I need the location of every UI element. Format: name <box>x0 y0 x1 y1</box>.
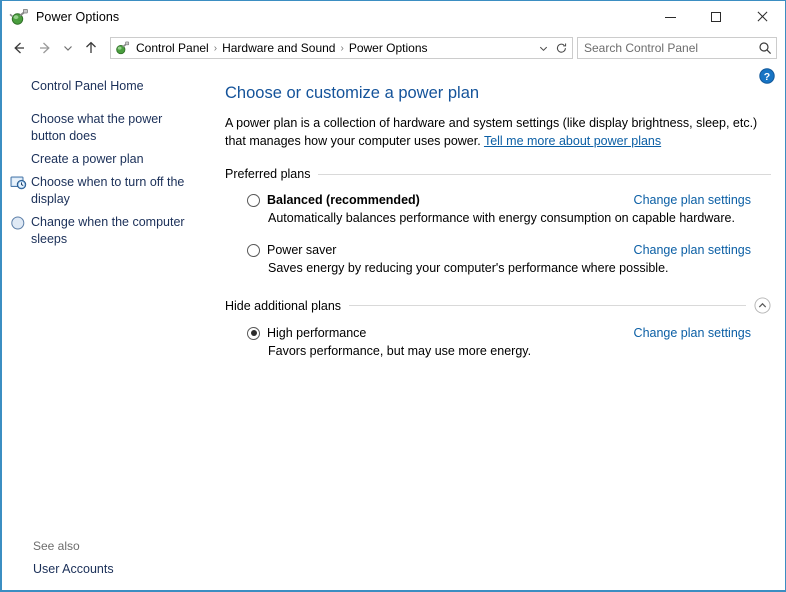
page-title: Choose or customize a power plan <box>225 84 480 102</box>
arrow-up-icon <box>86 41 96 53</box>
change-plan-settings-link-power-saver[interactable]: Change plan settings <box>634 243 751 257</box>
change-plan-settings-link-high-performance[interactable]: Change plan settings <box>634 326 751 340</box>
page-description: A power plan is a collection of hardware… <box>225 114 765 150</box>
plan-row-power-saver: Power saver Saves energy by reducing you… <box>225 243 771 276</box>
display-clock-icon <box>10 175 28 191</box>
back-button[interactable] <box>6 35 32 61</box>
main-content: ? Choose or customize a power plan A pow… <box>217 63 785 590</box>
chevron-down-icon <box>539 46 547 51</box>
address-dropdown-button[interactable] <box>534 38 552 58</box>
sidebar-item-spacer <box>10 112 28 128</box>
svg-text:?: ? <box>764 71 770 83</box>
section-header: Hide additional plans <box>225 297 771 314</box>
minimize-button[interactable] <box>647 1 693 33</box>
power-plug-battery-icon <box>9 7 29 27</box>
radio-high-performance[interactable] <box>247 326 260 340</box>
refresh-button[interactable] <box>552 38 570 58</box>
collapse-additional-plans-button[interactable] <box>754 297 771 314</box>
close-button[interactable] <box>739 1 785 33</box>
navigation-bar: Control Panel › Hardware and Sound › Pow… <box>2 33 785 63</box>
search-button[interactable] <box>754 41 776 55</box>
additional-plans-section: Hide additional plans High performance F… <box>225 297 771 359</box>
section-header-label: Preferred plans <box>225 167 311 181</box>
section-header: Preferred plans <box>225 167 771 181</box>
window-body: Control Panel Home Choose what the power… <box>2 63 785 590</box>
plan-row-balanced: Balanced (recommended) Automatically bal… <box>225 193 771 226</box>
sidebar-item-spacer <box>10 79 28 95</box>
help-button[interactable]: ? <box>759 68 775 84</box>
search-box[interactable] <box>577 37 777 59</box>
maximize-icon <box>711 12 721 22</box>
title-bar: Power Options <box>2 1 785 33</box>
sidebar-item-control-panel-home[interactable]: Control Panel Home <box>2 75 217 98</box>
plan-name[interactable]: High performance <box>267 326 366 340</box>
sidebar-item-create-power-plan[interactable]: Create a power plan <box>2 148 217 171</box>
sidebar-item-computer-sleeps[interactable]: Change when the computer sleeps <box>2 211 217 251</box>
sidebar-item-turn-off-display[interactable]: Choose when to turn off the display <box>2 171 217 211</box>
arrow-left-icon <box>14 42 24 54</box>
see-also-section: See also User Accounts <box>2 539 217 576</box>
radio-balanced[interactable] <box>247 193 260 207</box>
preferred-plans-section: Preferred plans Balanced (recommended) A… <box>225 167 771 276</box>
sidebar-item-power-button-action[interactable]: Choose what the power button does <box>2 108 217 148</box>
recent-locations-button[interactable] <box>58 35 78 61</box>
address-bar[interactable]: Control Panel › Hardware and Sound › Pow… <box>110 37 573 59</box>
close-icon <box>756 11 768 23</box>
section-header-label[interactable]: Hide additional plans <box>225 299 349 313</box>
radio-power-saver[interactable] <box>247 243 260 257</box>
forward-button[interactable] <box>32 35 58 61</box>
sidebar-item-label: Control Panel Home <box>31 79 144 93</box>
help-question-icon: ? <box>759 68 775 84</box>
breadcrumb-item-hardware-and-sound[interactable]: Hardware and Sound <box>218 39 339 57</box>
minimize-icon <box>664 16 676 18</box>
plan-description: Saves energy by reducing your computer's… <box>268 261 669 275</box>
plan-name[interactable]: Balanced (recommended) <box>267 193 420 207</box>
up-button[interactable] <box>78 35 104 61</box>
window-title: Power Options <box>36 10 120 24</box>
breadcrumb-item-control-panel[interactable]: Control Panel <box>132 39 213 57</box>
breadcrumb-item-power-options[interactable]: Power Options <box>345 39 432 57</box>
see-also-link-user-accounts[interactable]: User Accounts <box>33 562 217 576</box>
sidebar-item-label: Change when the computer sleeps <box>31 215 185 246</box>
chevron-up-circle-icon <box>754 297 771 314</box>
plan-name[interactable]: Power saver <box>267 243 336 257</box>
refresh-icon <box>556 42 566 53</box>
window-controls <box>647 1 785 33</box>
see-also-title: See also <box>33 539 80 553</box>
search-icon <box>759 42 772 55</box>
search-input[interactable] <box>578 41 754 55</box>
sidebar-item-spacer <box>10 152 28 168</box>
section-divider <box>349 305 746 306</box>
learn-more-link[interactable]: Tell me more about power plans <box>484 134 661 148</box>
sleep-moon-icon <box>10 215 28 231</box>
sidebar-item-label: Choose when to turn off the display <box>31 175 185 206</box>
sidebar: Control Panel Home Choose what the power… <box>2 63 217 590</box>
change-plan-settings-link-balanced[interactable]: Change plan settings <box>634 193 751 207</box>
plan-description: Automatically balances performance with … <box>268 211 735 225</box>
sidebar-item-label: Choose what the power button does <box>31 112 163 143</box>
plan-description: Favors performance, but may use more ene… <box>268 344 532 358</box>
power-options-window: Power Options Control Panel › Hardware a… <box>0 0 786 592</box>
maximize-button[interactable] <box>693 1 739 33</box>
breadcrumb-power-options-icon <box>114 40 130 56</box>
chevron-down-icon <box>64 46 72 51</box>
section-divider <box>318 173 771 175</box>
arrow-right-icon <box>40 42 50 54</box>
sidebar-item-label: Create a power plan <box>31 152 144 166</box>
plan-row-high-performance: High performance Favors performance, but… <box>225 326 771 359</box>
